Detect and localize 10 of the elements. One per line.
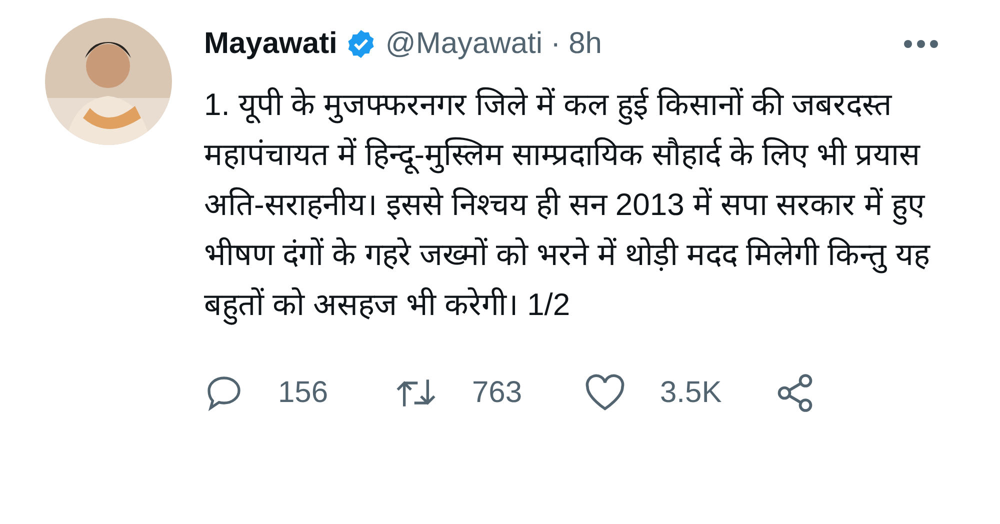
more-icon[interactable] xyxy=(903,39,939,49)
action-count: 763 xyxy=(472,376,522,410)
author-name[interactable]: Mayawati xyxy=(204,27,338,61)
action-count: 3.5K xyxy=(660,376,722,410)
heart-icon[interactable] xyxy=(584,373,626,413)
timestamp[interactable]: 8h xyxy=(568,27,602,61)
separator: · xyxy=(550,27,561,61)
action-count: 156 xyxy=(278,376,328,410)
author-handle[interactable]: @Mayawati xyxy=(385,27,543,61)
tweet-text: 1. यूपी के मुजफ्फरनगर जिले में कल हुई किसानों की जबरदस्त महापंचायत में हिन्दू-मुस्लिम साम्प्रदायिक सौहार्द के लिए भी प्रयास अति-सराहनीय। इससे निश्चय ही सन 2013 में सपा सरकार में हुए भीषण दंगों के गहरे जख्मों को भरने में थोड़ी मदद मिलेगी किन्तु यह बहुतों को असहज भी करेगी। 1/2 xyxy=(204,80,934,330)
